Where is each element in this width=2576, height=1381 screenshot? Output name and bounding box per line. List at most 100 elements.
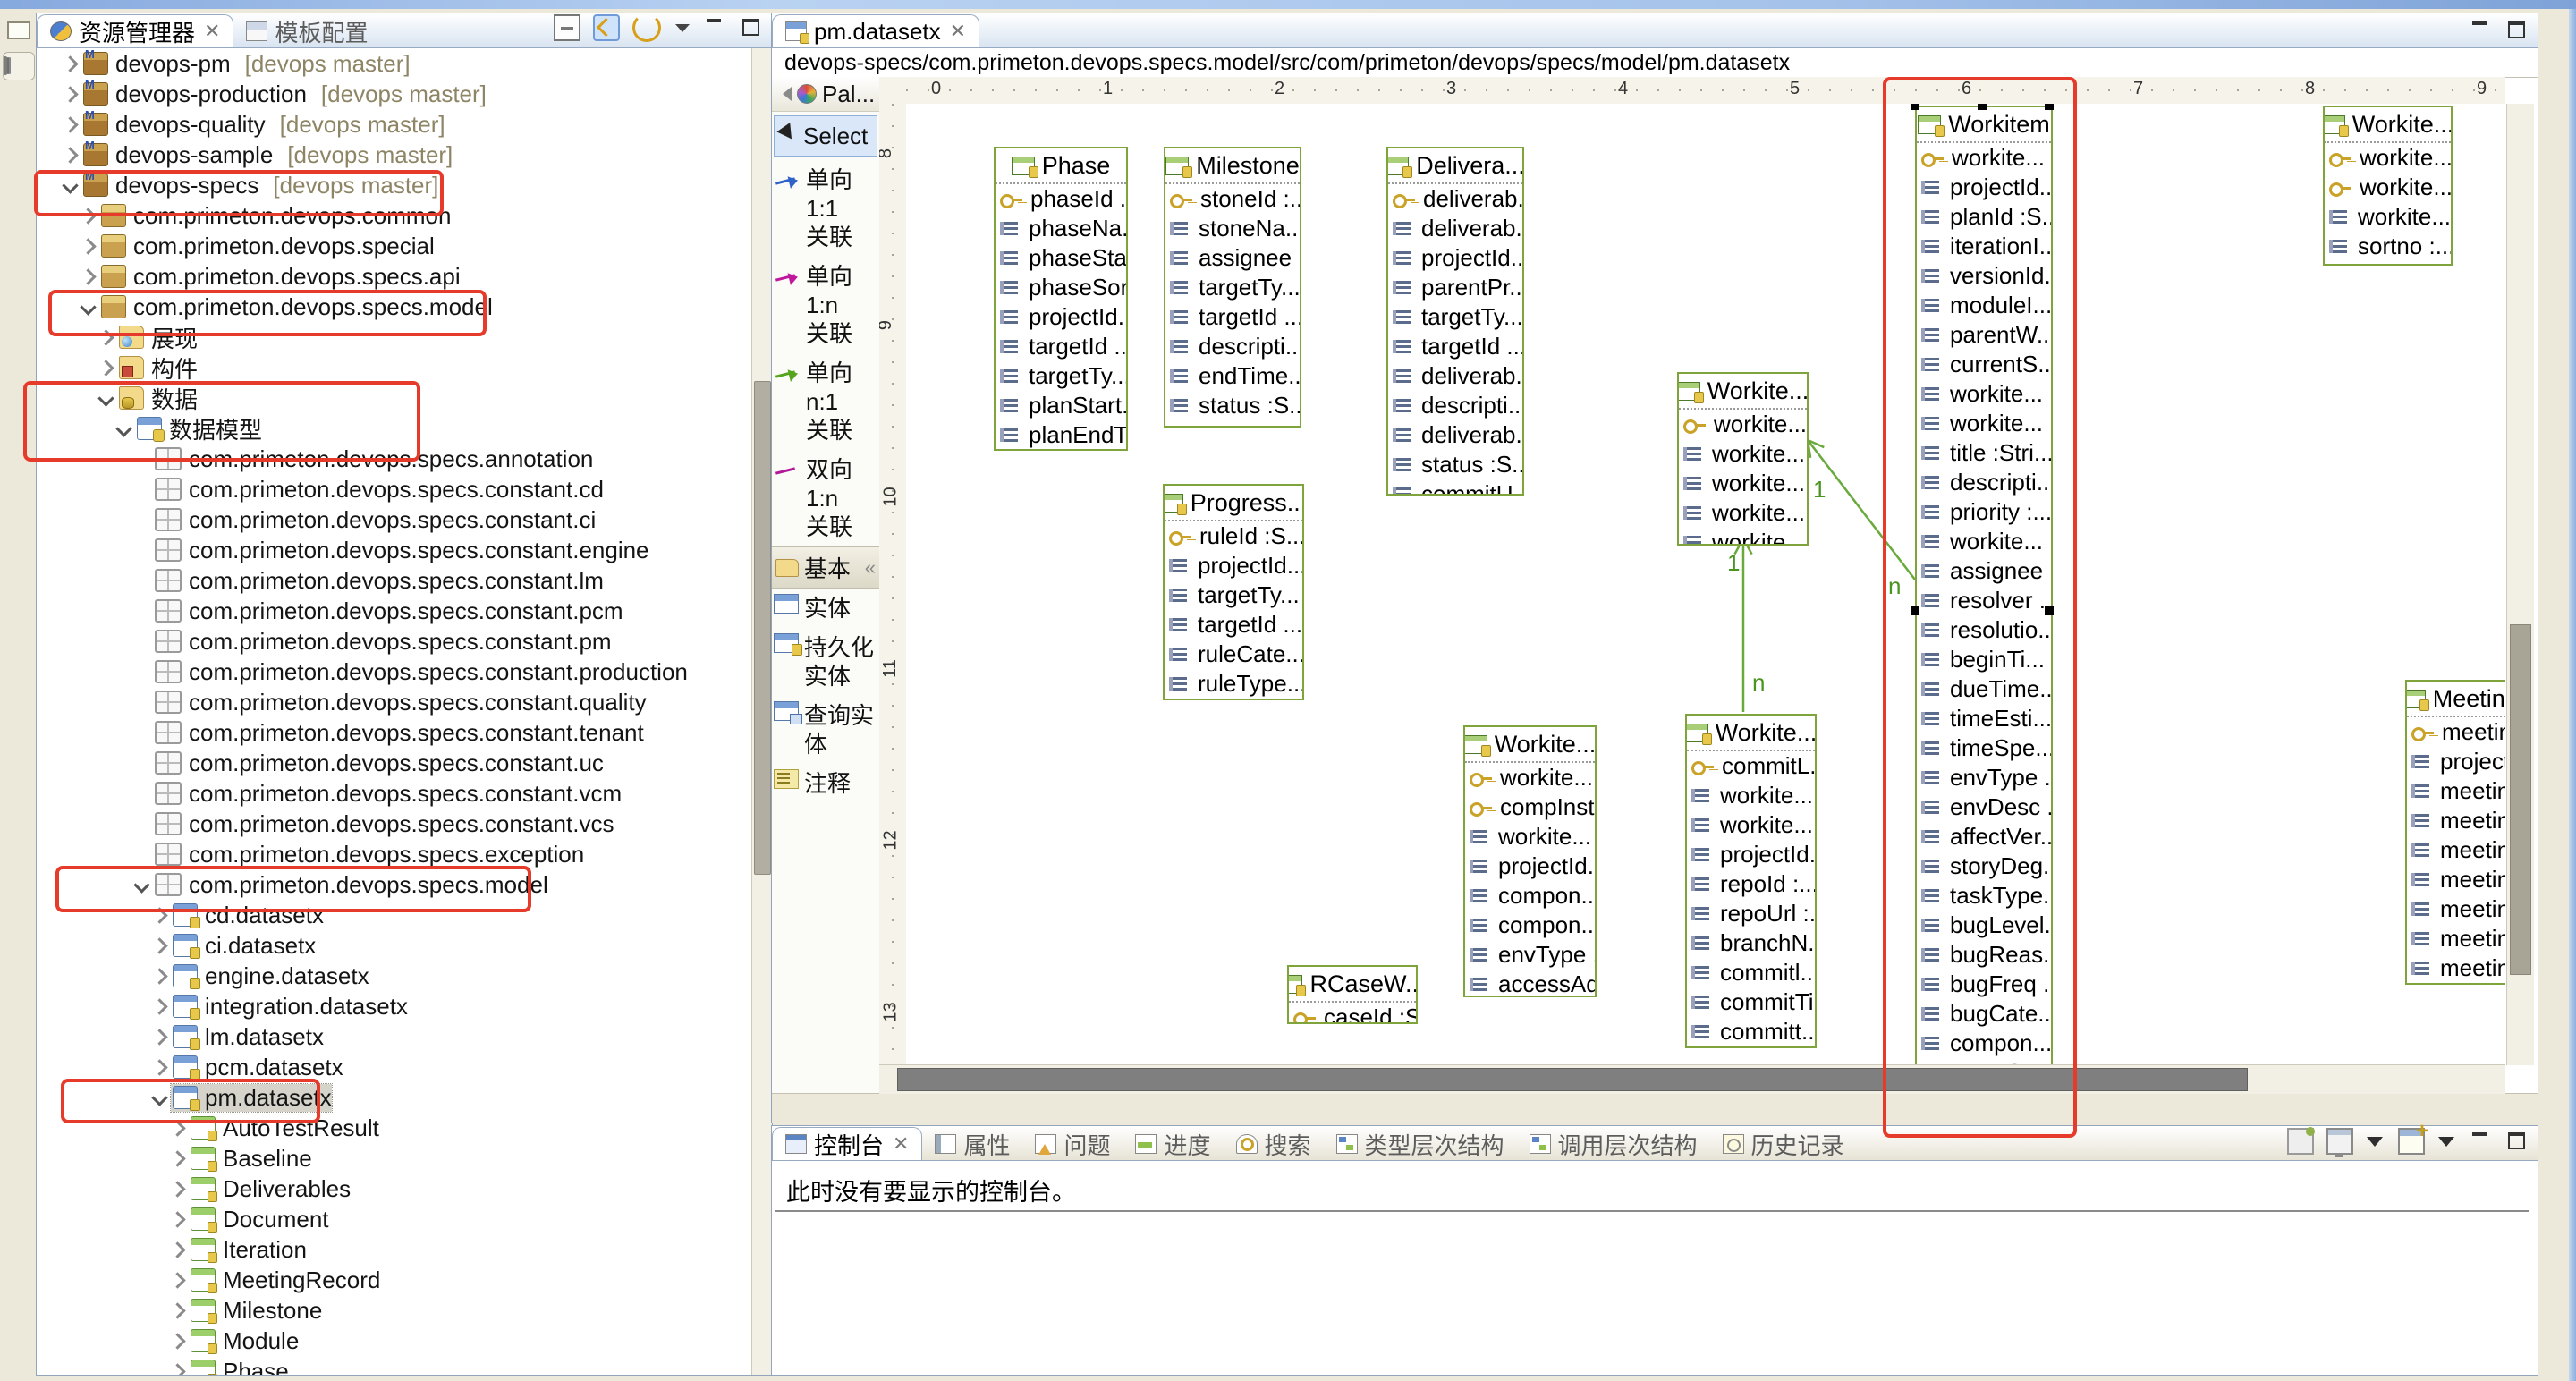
entity-field[interactable]: storyDeg... xyxy=(1917,851,2051,881)
tree-expander-icon[interactable] xyxy=(167,1148,189,1169)
tree-item-com-primeton-devops-specs-constant-ci[interactable]: com.primeton.devops.specs.constant.ci xyxy=(37,504,752,535)
tree-item-com-primeton-devops-specs-constant-production[interactable]: com.primeton.devops.specs.constant.produ… xyxy=(37,657,752,687)
palette-tool-查询实体[interactable]: 查询实体 xyxy=(772,696,879,764)
entity-field[interactable]: sortno :... xyxy=(2325,232,2451,261)
console-tab-进度[interactable]: 进度 xyxy=(1123,1128,1223,1160)
entity-field[interactable]: meeting xyxy=(2407,717,2505,747)
entity-field[interactable]: branchN... xyxy=(1687,928,1815,958)
entity-field[interactable]: resolver ... xyxy=(1917,586,2051,615)
project-tree[interactable]: devops-pm[devops master]devops-productio… xyxy=(37,48,752,1375)
tree-item-lm-datasetx[interactable]: lm.datasetx xyxy=(37,1021,752,1052)
selection-handle[interactable] xyxy=(2045,606,2054,615)
entity-field[interactable]: deliverab... xyxy=(1388,361,1522,391)
entity-workitem-comp[interactable]: Workite...workite...compInst...workite..… xyxy=(1463,725,1597,997)
palette-tool-select[interactable]: Select xyxy=(774,115,877,157)
tree-expander-icon[interactable] xyxy=(60,53,81,74)
entity-field[interactable]: accessAd... xyxy=(1465,970,1595,997)
palette-tool-双向1-n关联[interactable]: 双向1:n关联 xyxy=(772,450,879,546)
entity-field[interactable]: phaseId ... xyxy=(996,184,1126,214)
console-tab-历史记录[interactable]: 历史记录 xyxy=(1710,1128,1857,1160)
tree-expander-icon[interactable] xyxy=(167,1360,189,1375)
tree-expander-icon[interactable] xyxy=(149,1087,171,1108)
entity-field[interactable]: taskType... xyxy=(1917,881,2051,911)
entity-field[interactable]: projectId... xyxy=(1917,173,2051,202)
entity-field[interactable]: targetTy... xyxy=(1165,273,1300,302)
entity-field[interactable]: envType ... xyxy=(1465,940,1595,970)
tree-item-cd-datasetx[interactable]: cd.datasetx xyxy=(37,900,752,930)
entity-field[interactable]: workite... xyxy=(2325,173,2451,202)
editor-tab-pm-datasetx[interactable]: pm.datasetx ✕ xyxy=(772,14,979,47)
entity-field[interactable]: meeting xyxy=(2407,776,2505,806)
entity-field[interactable]: priority :... xyxy=(1917,497,2051,527)
entity-field[interactable]: commitL... xyxy=(1687,751,1815,781)
entity-field[interactable]: timeSpe... xyxy=(1917,733,2051,763)
entity-field[interactable]: projectId... xyxy=(1687,840,1815,869)
selection-handle[interactable] xyxy=(2045,104,2054,110)
entity-field[interactable]: assignee ... xyxy=(1165,243,1300,273)
tree-item-ci-datasetx[interactable]: ci.datasetx xyxy=(37,930,752,961)
dropdown-icon[interactable] xyxy=(2366,1130,2385,1153)
entity-field[interactable]: caseId :S xyxy=(1289,1003,1416,1024)
entity-field[interactable]: planEndT... xyxy=(996,420,1126,450)
console-tab-搜索[interactable]: 搜索 xyxy=(1224,1128,1324,1160)
entity-workitem-top[interactable]: Workite...workite...workite...workite...… xyxy=(2323,106,2453,266)
tree-item-com-primeton-devops-specs-annotation[interactable]: com.primeton.devops.specs.annotation xyxy=(37,444,752,474)
entity-field[interactable]: bugReas... xyxy=(1917,940,2051,970)
tree-expander-icon[interactable] xyxy=(60,83,81,105)
view-menu-icon[interactable] xyxy=(674,16,691,39)
close-tab-icon[interactable]: ✕ xyxy=(950,20,966,43)
tree-expander-icon[interactable] xyxy=(78,296,99,318)
entity-field[interactable]: iterationI... xyxy=(1917,232,2051,261)
entity-field[interactable]: repoId :... xyxy=(1687,869,1815,899)
entity-field[interactable]: envType ... xyxy=(1917,763,2051,792)
tree-item-autotestresult[interactable]: AutoTestResult xyxy=(37,1113,752,1143)
entity-field[interactable]: deliverab... xyxy=(1388,184,1522,214)
palette-tool-单向n-1关联[interactable]: 单向n:1关联 xyxy=(772,353,879,450)
entity-field[interactable]: repoUrl :... xyxy=(1687,899,1815,928)
entity-field[interactable]: status :S... xyxy=(1165,391,1300,420)
console-tab-调用层次结构[interactable]: 调用层次结构 xyxy=(1517,1128,1710,1160)
tree-expander-icon[interactable] xyxy=(60,114,81,135)
tree-item-com-primeton-devops-specs-constant-lm[interactable]: com.primeton.devops.specs.constant.lm xyxy=(37,565,752,596)
tree-item-devops-specs[interactable]: devops-specs[devops master] xyxy=(37,170,752,200)
tree-item-phase[interactable]: Phase xyxy=(37,1356,752,1375)
refresh-icon[interactable] xyxy=(632,13,661,42)
tree-expander-icon[interactable] xyxy=(167,1208,189,1230)
entity-field[interactable]: targetId ... xyxy=(996,332,1126,361)
tree-expander-icon[interactable] xyxy=(167,1239,189,1260)
entity-field[interactable]: projectIc xyxy=(2407,747,2505,776)
entity-field[interactable]: projectId... xyxy=(996,302,1126,332)
selection-handle[interactable] xyxy=(1978,104,1987,110)
tree-expander-icon[interactable] xyxy=(96,326,117,348)
entity-field[interactable]: compon... xyxy=(1465,911,1595,940)
tree-expander-icon[interactable] xyxy=(149,1026,171,1047)
tree-expander-icon[interactable] xyxy=(149,1056,171,1078)
entity-field[interactable]: targetId ... xyxy=(1165,610,1302,640)
tree-item-com-primeton-devops-specs-constant-tenant[interactable]: com.primeton.devops.specs.constant.tenan… xyxy=(37,717,752,748)
entity-field[interactable]: descripti... xyxy=(1917,468,2051,497)
entity-field[interactable]: deliverab... xyxy=(1388,420,1522,450)
entity-field[interactable]: moduleI... xyxy=(1917,291,2051,320)
tree-expander-icon[interactable] xyxy=(167,1330,189,1351)
palette-tool-注释[interactable]: 注释 xyxy=(772,764,879,803)
palette-tool-单向1-n关联[interactable]: 单向1:n关联 xyxy=(772,257,879,353)
entity-field[interactable]: affectVer... xyxy=(1917,822,2051,851)
entity-field[interactable]: endTime... xyxy=(1165,361,1300,391)
tree-item-com-primeton-devops-common[interactable]: com.primeton.devops.common xyxy=(37,200,752,231)
tree-expander-icon[interactable] xyxy=(167,1269,189,1291)
console-tab-属性[interactable]: 属性 xyxy=(922,1128,1022,1160)
console-tab-控制台[interactable]: 控制台✕ xyxy=(772,1127,922,1160)
entity-phase[interactable]: PhasephaseId ...phaseNa...phaseSta...pha… xyxy=(994,147,1128,451)
tree-expander-icon[interactable] xyxy=(96,387,117,409)
canvas-vertical-scrollbar[interactable] xyxy=(2506,104,2534,1065)
close-icon[interactable]: ✕ xyxy=(204,20,220,43)
entity-field[interactable]: ruleId :S... xyxy=(1165,521,1302,551)
tree-item-com-primeton-devops-specs-exception[interactable]: com.primeton.devops.specs.exception xyxy=(37,839,752,869)
collapse-all-icon[interactable] xyxy=(554,14,580,41)
entity-meeting[interactable]: Meeting...meetingprojectIcmeetingmeeting… xyxy=(2405,680,2505,985)
tree-item-pm-datasetx[interactable]: pm.datasetx xyxy=(37,1082,752,1113)
tree-expander-icon[interactable] xyxy=(167,1300,189,1321)
entity-field[interactable]: workite... xyxy=(2325,202,2451,232)
entity-milestone[interactable]: MilestonestoneId :...stoneNa...assignee … xyxy=(1164,147,1301,428)
tree-item-document[interactable]: Document xyxy=(37,1204,752,1234)
